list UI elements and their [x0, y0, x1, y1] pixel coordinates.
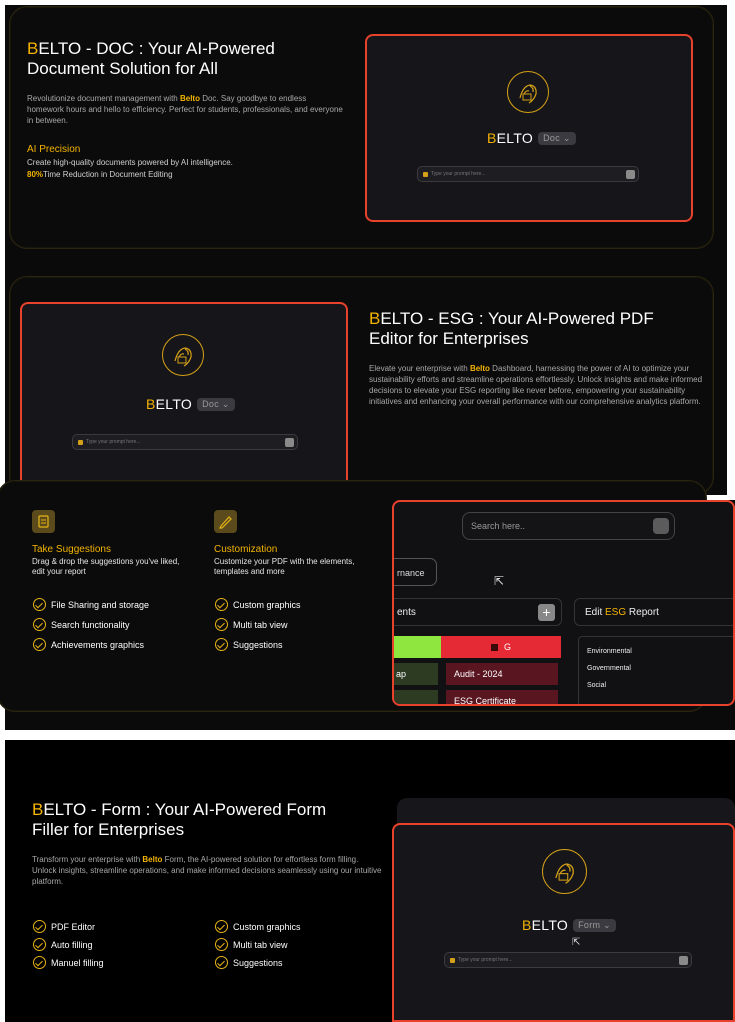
- check-item: Multi tab view: [215, 938, 288, 951]
- check-icon: [33, 956, 46, 969]
- check-item: Multi tab view: [215, 618, 288, 631]
- attach-icon[interactable]: [450, 957, 455, 963]
- take-suggestions-desc: Drag & drop the suggestions you've liked…: [32, 557, 180, 576]
- check-icon: [215, 920, 228, 933]
- check-icon: [215, 598, 228, 611]
- doc-prompt-input[interactable]: Type your prompt here...: [417, 166, 639, 182]
- elements-panel-header: ents +: [394, 598, 562, 626]
- add-button[interactable]: +: [538, 604, 555, 621]
- belto-logo-icon: [542, 849, 587, 894]
- dashboard-preview-frame: Search here.. rnance ⇱ ents + Edit ESG R…: [392, 500, 735, 706]
- cursor-icon: ⇱: [572, 937, 581, 948]
- audit-chip[interactable]: Audit - 2024: [446, 663, 558, 685]
- product-select[interactable]: Form ⌄: [573, 919, 616, 932]
- check-icon: [215, 638, 228, 651]
- take-suggestions-title: Take Suggestions: [32, 544, 111, 555]
- attach-icon[interactable]: [78, 439, 83, 445]
- doc-feature-desc: Create high-quality documents powered by…: [27, 158, 233, 167]
- search-input[interactable]: Search here..: [462, 512, 675, 540]
- pen-icon: [214, 510, 237, 533]
- check-icon: [33, 598, 46, 611]
- doc-preview-brand: BELTO Doc ⌄: [487, 130, 576, 146]
- check-icon: [33, 618, 46, 631]
- element-chip[interactable]: [394, 690, 438, 704]
- esg-preview-frame: BELTO Doc ⌄ Type your prompt here...: [20, 302, 348, 490]
- check-item: Suggestions: [215, 638, 283, 651]
- doc-description: Revolutionize document management with B…: [27, 94, 343, 125]
- top-panel: BELTO - DOC : Your AI-Powered Document S…: [5, 5, 727, 495]
- middle-panel: Take Suggestions Drag & drop the suggest…: [0, 480, 735, 730]
- clipboard-icon: [32, 510, 55, 533]
- doc-title: BELTO - DOC : Your AI-Powered Document S…: [27, 39, 275, 78]
- certificate-chip[interactable]: ESG Certificate: [446, 690, 558, 704]
- customization-title: Customization: [214, 544, 278, 555]
- check-item: PDF Editor: [33, 920, 95, 933]
- report-section-list: Environmental Governmental Social: [578, 636, 733, 704]
- customization-desc: Customize your PDF with the elements, te…: [214, 557, 355, 576]
- product-select[interactable]: Doc ⌄: [538, 132, 576, 145]
- esg-preview-brand: BELTO Doc ⌄: [146, 396, 235, 412]
- esg-prompt-input[interactable]: Type your prompt here...: [72, 434, 298, 450]
- check-icon: [33, 938, 46, 951]
- cursor-icon: ⇱: [494, 574, 505, 588]
- check-icon: [33, 638, 46, 651]
- check-item: File Sharing and storage: [33, 598, 149, 611]
- send-icon[interactable]: [626, 170, 635, 179]
- belto-logo-icon: [162, 334, 204, 376]
- list-item[interactable]: Environmental: [587, 643, 733, 660]
- element-chip[interactable]: ap: [394, 663, 438, 685]
- form-preview-brand: BELTO Form ⌄: [522, 917, 616, 933]
- send-icon[interactable]: [285, 438, 294, 447]
- check-item: Achievements graphics: [33, 638, 144, 651]
- list-item[interactable]: Governmental: [587, 660, 733, 677]
- list-item[interactable]: Social: [587, 677, 733, 694]
- form-description: Transform your enterprise with Belto For…: [32, 855, 382, 886]
- check-item: Auto filling: [33, 938, 93, 951]
- check-icon: [215, 956, 228, 969]
- doc-icon: [490, 643, 498, 651]
- bottom-panel: BELTO - Form : Your AI-Powered Form Fill…: [5, 740, 735, 1022]
- form-title: BELTO - Form : Your AI-Powered Form Fill…: [32, 800, 327, 839]
- check-icon: [33, 920, 46, 933]
- belto-logo-icon: [507, 71, 549, 113]
- attach-icon[interactable]: [423, 171, 428, 177]
- form-prompt-input[interactable]: Type your prompt here...: [444, 952, 692, 968]
- check-item: Custom graphics: [215, 598, 301, 611]
- check-icon: [215, 938, 228, 951]
- esg-title: BELTO - ESG : Your AI-Powered PDF Editor…: [369, 309, 654, 348]
- esg-description: Elevate your enterprise with Belto Dashb…: [369, 364, 703, 406]
- red-chip[interactable]: G: [441, 636, 561, 658]
- tab-governance[interactable]: rnance: [394, 558, 437, 586]
- check-item: Manuel filling: [33, 956, 104, 969]
- product-select[interactable]: Doc ⌄: [197, 398, 235, 411]
- form-preview-frame: BELTO Form ⌄ ⇱ Type your prompt here...: [392, 823, 735, 1022]
- edit-report-header: Edit ESG Report: [574, 598, 733, 626]
- doc-feature-title: AI Precision: [27, 144, 81, 155]
- search-icon[interactable]: [653, 518, 669, 534]
- check-item: Custom graphics: [215, 920, 301, 933]
- green-chip: [394, 636, 441, 658]
- doc-preview-frame: BELTO Doc ⌄ Type your prompt here...: [365, 34, 693, 222]
- doc-stat: 80%Time Reduction in Document Editing: [27, 170, 173, 179]
- check-item: Suggestions: [215, 956, 283, 969]
- send-icon[interactable]: [679, 956, 688, 965]
- check-icon: [215, 618, 228, 631]
- check-item: Search functionality: [33, 618, 130, 631]
